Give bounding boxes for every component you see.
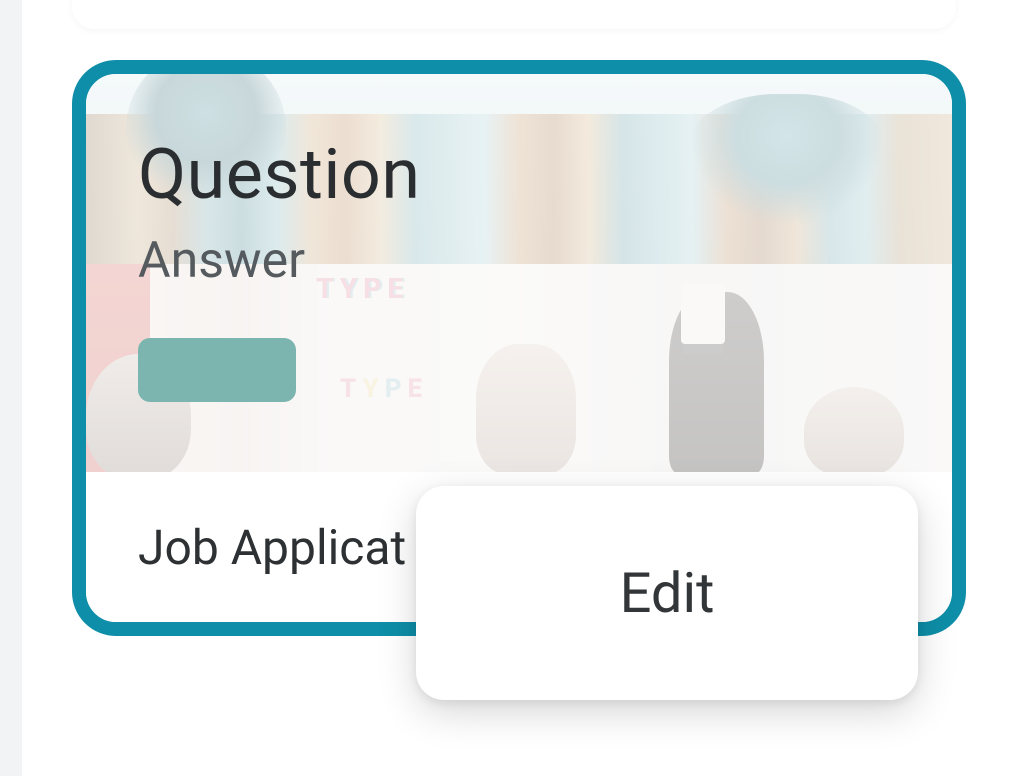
card-content: Question Answer: [138, 134, 900, 402]
question-label: Question: [138, 134, 900, 216]
adjacent-card-peek: [72, 0, 956, 29]
form-title: Job Applicat: [138, 519, 406, 576]
context-menu: Edit: [416, 486, 918, 700]
answer-type-pill: [138, 338, 296, 402]
edit-menu-item[interactable]: Edit: [620, 560, 715, 626]
left-rail: [0, 0, 22, 776]
answer-label: Answer: [138, 232, 900, 290]
